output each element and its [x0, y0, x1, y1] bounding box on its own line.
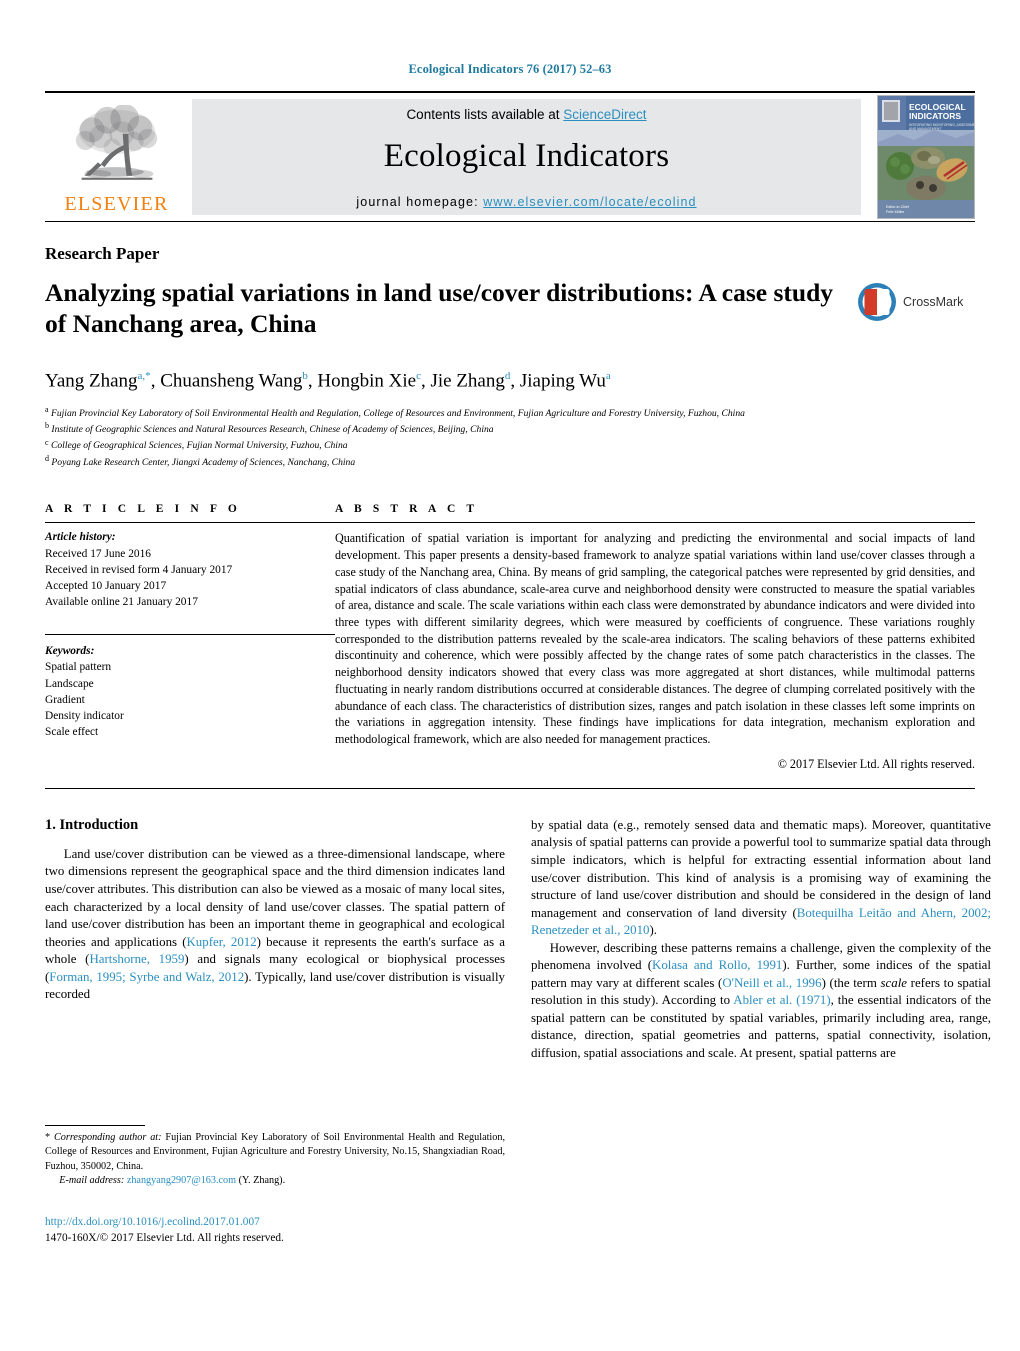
paper-page: Ecological Indicators 76 (2017) 52–63 EL…: [0, 0, 1020, 1351]
crossmark-icon: [858, 283, 896, 321]
publisher-logo: ELSEVIER: [45, 93, 188, 221]
doi-link[interactable]: http://dx.doi.org/10.1016/j.ecolind.2017…: [45, 1216, 260, 1228]
email-label: E-mail address:: [59, 1174, 125, 1186]
issn-copyright-line: 1470-160X/© 2017 Elsevier Ltd. All right…: [45, 1231, 284, 1244]
elsevier-wordmark: ELSEVIER: [64, 192, 169, 215]
info-abstract-section: A R T I C L E I N F O Article history: R…: [45, 503, 975, 772]
affiliation-item: c College of Geographical Sciences, Fuji…: [45, 437, 348, 452]
doi-block: http://dx.doi.org/10.1016/j.ecolind.2017…: [45, 1214, 505, 1246]
keyword-item: Scale effect: [45, 726, 99, 739]
article-info-column: A R T I C L E I N F O Article history: R…: [45, 503, 335, 772]
body-columns: 1. Introduction Land use/cover distribut…: [45, 817, 991, 1063]
divider: [45, 634, 335, 636]
journal-cover-thumbnail: ECOLOGICAL INDICATORS INTEGRATING MONITO…: [877, 95, 975, 219]
history-item: Accepted 10 January 2017: [45, 579, 167, 592]
footnote-block: * Corresponding author at: Fujian Provin…: [45, 1125, 505, 1246]
affiliation-item: b Institute of Geographic Sciences and N…: [45, 421, 494, 436]
crossmark-label: CrossMark: [903, 295, 964, 309]
title-row: Analyzing spatial variations in land use…: [45, 264, 975, 356]
contents-available-line: Contents lists available at ScienceDirec…: [406, 107, 646, 122]
abstract-text: Quantification of spatial variation is i…: [335, 531, 975, 747]
history-item: Received 17 June 2016: [45, 547, 151, 560]
divider: [335, 522, 975, 524]
article-history: Article history: Received 17 June 2016 R…: [45, 529, 335, 610]
svg-text:Felix Müller: Felix Müller: [886, 210, 905, 214]
intro-paragraph: Land use/cover distribution can be viewe…: [45, 846, 506, 1002]
running-head: Ecological Indicators 76 (2017) 52–63: [408, 62, 612, 76]
title-column: Analyzing spatial variations in land use…: [45, 264, 857, 356]
svg-text:INDICATORS: INDICATORS: [909, 111, 961, 121]
footnote-divider: [45, 1125, 145, 1126]
journal-homepage-line: journal homepage: www.elsevier.com/locat…: [356, 195, 696, 209]
journal-homepage-link[interactable]: www.elsevier.com/locate/ecolind: [483, 195, 696, 209]
body-column-left: 1. Introduction Land use/cover distribut…: [45, 817, 505, 1063]
affiliation-list: a Fujian Provincial Key Laboratory of So…: [45, 404, 975, 470]
elsevier-tree-icon: [75, 104, 157, 180]
abstract-heading: A B S T R A C T: [335, 503, 479, 516]
journal-masthead: ELSEVIER Contents lists available at Sci…: [45, 91, 975, 222]
keywords-label: Keywords:: [45, 645, 95, 658]
keyword-item: Landscape: [45, 677, 94, 690]
crossmark-badge[interactable]: CrossMark: [857, 282, 975, 322]
masthead-center: Contents lists available at ScienceDirec…: [192, 99, 861, 215]
journal-title: Ecological Indicators: [383, 138, 670, 174]
article-info-heading: A R T I C L E I N F O: [45, 503, 241, 516]
sciencedirect-link[interactable]: ScienceDirect: [563, 107, 646, 122]
affiliation-item: d Poyang Lake Research Center, Jiangxi A…: [45, 453, 356, 469]
abstract-column: A B S T R A C T Quantification of spatia…: [335, 503, 975, 772]
email-suffix: (Y. Zhang).: [238, 1174, 286, 1186]
email-link[interactable]: zhangyang2907@163.com: [127, 1175, 236, 1186]
keyword-item: Gradient: [45, 693, 85, 706]
affiliation-item: a Fujian Provincial Key Laboratory of So…: [45, 404, 745, 419]
contents-prefix: Contents lists available at: [406, 107, 564, 122]
section-heading-introduction: 1. Introduction: [45, 816, 139, 833]
keyword-item: Spatial pattern: [45, 661, 112, 674]
divider: [45, 522, 335, 524]
homepage-prefix: journal homepage:: [356, 195, 484, 209]
author-list: Yang Zhanga,*, Chuansheng Wangb, Hongbin…: [45, 370, 611, 392]
body-column-right: by spatial data (e.g., remotely sensed d…: [531, 817, 991, 1063]
page-title: Analyzing spatial variations in land use…: [45, 278, 834, 339]
abstract-copyright: © 2017 Elsevier Ltd. All rights reserved…: [777, 756, 975, 771]
intro-paragraph: However, describing these patterns remai…: [531, 940, 992, 1060]
keywords-list: Keywords: Spatial pattern Landscape Grad…: [45, 643, 335, 740]
corresponding-author-note: * Corresponding author at: Fujian Provin…: [45, 1132, 505, 1172]
article-kind: Research Paper: [45, 244, 160, 263]
intro-paragraph: by spatial data (e.g., remotely sensed d…: [531, 817, 991, 938]
divider: [45, 787, 975, 789]
journal-cover-art: ECOLOGICAL INDICATORS INTEGRATING MONITO…: [878, 96, 974, 218]
svg-text:Editor-in-Chief: Editor-in-Chief: [886, 205, 909, 209]
history-item: Received in revised form 4 January 2017: [45, 563, 233, 576]
keyword-item: Density indicator: [45, 710, 124, 722]
email-note: E-mail address: zhangyang2907@163.com (Y…: [45, 1175, 505, 1186]
history-item: Available online 21 January 2017: [45, 596, 198, 609]
masthead-right: ECOLOGICAL INDICATORS INTEGRATING MONITO…: [865, 93, 975, 221]
article-history-label: Article history:: [45, 531, 116, 544]
